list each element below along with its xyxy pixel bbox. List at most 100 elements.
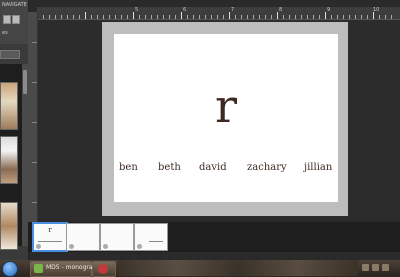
ruler-tick bbox=[79, 15, 80, 19]
taskbar-app-button[interactable]: MD5 - monogra... bbox=[30, 261, 98, 277]
ruler-tick bbox=[391, 15, 392, 19]
scrollbar-thumb[interactable] bbox=[23, 70, 27, 94]
page-thumbnail[interactable] bbox=[134, 223, 168, 251]
taskbar: MD5 - monogra... bbox=[0, 260, 400, 277]
name-label[interactable]: david bbox=[199, 162, 227, 173]
ruler-tick bbox=[67, 15, 68, 19]
ruler-tick bbox=[337, 15, 338, 19]
page-thumbnail-text bbox=[149, 241, 163, 242]
ruler-number: 5 bbox=[135, 7, 139, 13]
ruler-tick bbox=[73, 15, 74, 19]
ruler-tick bbox=[181, 12, 182, 19]
name-label[interactable]: jillian bbox=[304, 162, 332, 173]
ruler-tick bbox=[49, 15, 50, 19]
ruler-tick bbox=[223, 15, 224, 19]
page-filmstrip: r bbox=[28, 222, 400, 252]
ruler-tick bbox=[133, 12, 134, 19]
ruler-tick bbox=[307, 15, 308, 19]
page-thumbnail[interactable]: r bbox=[32, 222, 68, 252]
ruler-tick bbox=[361, 15, 362, 19]
ruler-tick bbox=[319, 15, 320, 19]
ruler-tick bbox=[289, 15, 290, 19]
page-thumbnail-badge bbox=[69, 244, 74, 249]
ruler-tick bbox=[259, 15, 260, 19]
name-label[interactable]: beth bbox=[158, 162, 181, 173]
ruler-tick bbox=[277, 12, 278, 19]
ruler-tick bbox=[283, 15, 284, 19]
ruler-tick bbox=[373, 12, 374, 19]
ruler-tick bbox=[151, 15, 152, 19]
ruler-tick bbox=[271, 15, 272, 19]
tray-icon[interactable] bbox=[372, 264, 379, 271]
photo-thumb[interactable] bbox=[0, 82, 18, 130]
name-label[interactable]: ben bbox=[119, 162, 138, 173]
ruler-tick bbox=[205, 15, 206, 19]
page-thumbnail-badge bbox=[137, 244, 142, 249]
page-thumbnail-names bbox=[38, 241, 62, 242]
ruler-number: 8 bbox=[279, 7, 283, 13]
ruler-number: 6 bbox=[183, 7, 187, 13]
horizontal-ruler: 5 6 7 8 9 10 bbox=[37, 7, 400, 20]
ruler-tick bbox=[343, 15, 344, 19]
ruler-tick bbox=[163, 15, 164, 19]
photo-bin bbox=[0, 64, 22, 250]
ruler-tick bbox=[121, 15, 122, 19]
ruler-tick bbox=[325, 12, 326, 19]
taskbar-app-label: MD5 - monogra... bbox=[46, 264, 99, 271]
palette-title: NAVIGATE bbox=[2, 2, 27, 8]
page-icon[interactable] bbox=[12, 15, 20, 24]
ruler-tick bbox=[211, 15, 212, 19]
ruler-tick bbox=[32, 122, 37, 123]
ruler-tick bbox=[187, 15, 188, 19]
taskbar-wallpaper bbox=[118, 260, 358, 276]
ruler-tick bbox=[175, 15, 176, 19]
left-panel: NAVIGATE es bbox=[0, 0, 29, 260]
ruler-tick bbox=[295, 15, 296, 19]
page-canvas[interactable]: r ben beth david zachary jillian bbox=[114, 34, 338, 202]
photo-thumb[interactable] bbox=[0, 202, 18, 250]
ruler-tick bbox=[241, 15, 242, 19]
ruler-tick bbox=[32, 42, 37, 43]
ruler-tick bbox=[115, 15, 116, 19]
ruler-tick bbox=[127, 15, 128, 19]
ruler-tick bbox=[103, 15, 104, 19]
ruler-tick bbox=[217, 15, 218, 19]
ruler-tick bbox=[379, 15, 380, 19]
layout-icon[interactable] bbox=[3, 15, 11, 24]
page-thumbnail[interactable] bbox=[100, 223, 134, 251]
ruler-tick bbox=[247, 15, 248, 19]
ruler-number: 9 bbox=[327, 7, 331, 13]
palette-header: NAVIGATE es bbox=[0, 0, 28, 44]
ruler-tick bbox=[367, 15, 368, 19]
ruler-tick bbox=[109, 15, 110, 19]
page-thumbnail-badge bbox=[103, 244, 108, 249]
ruler-tick bbox=[169, 15, 170, 19]
page-thumbnail[interactable] bbox=[66, 223, 100, 251]
ruler-number: 7 bbox=[231, 7, 235, 13]
page-thumbnail-letter: r bbox=[48, 226, 52, 234]
ruler-tick bbox=[139, 15, 140, 19]
monogram-letter[interactable]: r bbox=[114, 80, 338, 132]
ruler-tick bbox=[32, 202, 37, 203]
tray-icon[interactable] bbox=[382, 264, 389, 271]
ruler-tick bbox=[331, 15, 332, 19]
ruler-tick bbox=[145, 15, 146, 19]
ruler-tick bbox=[32, 82, 37, 83]
name-label[interactable]: zachary bbox=[247, 162, 287, 173]
page-thumbnail-badge bbox=[36, 244, 41, 249]
ruler-tick bbox=[85, 12, 86, 19]
photo-thumb[interactable] bbox=[0, 136, 18, 184]
ruler-tick bbox=[265, 15, 266, 19]
ruler-tick bbox=[91, 15, 92, 19]
ruler-tick bbox=[235, 15, 236, 19]
palette-button[interactable] bbox=[0, 50, 20, 59]
ruler-tick bbox=[32, 162, 37, 163]
ruler-tick bbox=[313, 15, 314, 19]
app-icon bbox=[34, 264, 43, 273]
ruler-tick bbox=[43, 15, 44, 19]
ruler-tick bbox=[229, 12, 230, 19]
ruler-tick bbox=[355, 15, 356, 19]
start-button[interactable] bbox=[2, 261, 18, 277]
taskbar-app-button[interactable] bbox=[92, 261, 116, 277]
tray-icon[interactable] bbox=[362, 264, 369, 271]
